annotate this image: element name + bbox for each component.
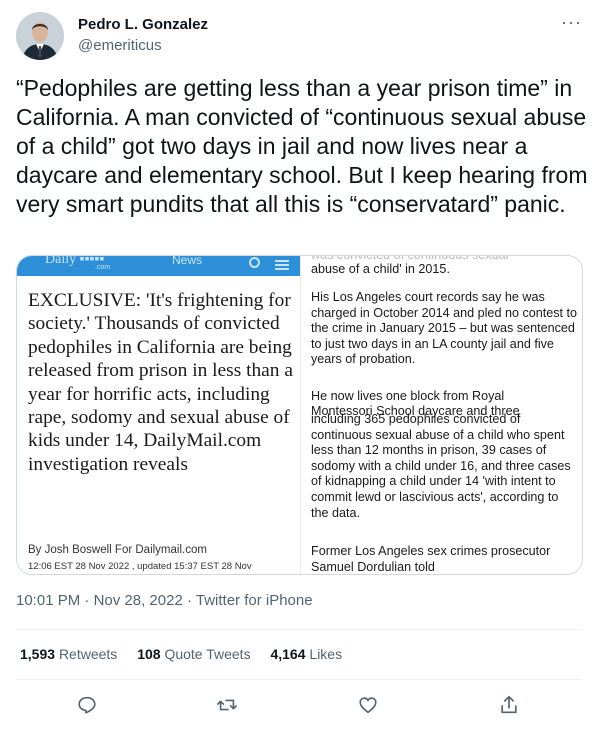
like-button[interactable]	[351, 690, 385, 720]
likes-count: 4,164	[270, 646, 306, 662]
quote-tweets-count: 108	[137, 646, 161, 662]
tweet-actions	[16, 690, 582, 720]
meta-separator: ·	[80, 592, 94, 609]
retweet-icon	[217, 699, 237, 711]
article-paragraph-3: including 365 pedophiles convicted of co…	[311, 412, 571, 520]
reply-icon	[78, 696, 96, 714]
quote-tweets-stat[interactable]: 108 Quote Tweets	[137, 646, 250, 662]
retweets-stat[interactable]: 1,593 Retweets	[20, 646, 117, 662]
author-name[interactable]: Pedro L. Gonzalez	[78, 16, 208, 33]
tweet-meta: 10:01 PM · Nov 28, 2022 · Twitter for iP…	[16, 592, 313, 609]
like-icon	[359, 697, 377, 714]
tweet-media-image[interactable]: Daily ▪▪▪▪▪ .com News EXCLUSIVE: 'It's f…	[16, 255, 583, 575]
article-paragraph-1: His Los Angeles court records say he was…	[311, 290, 578, 367]
tweet-stats: 1,593 Retweets 108 Quote Tweets 4,164 Li…	[20, 646, 358, 662]
tweet-date[interactable]: Nov 28, 2022	[94, 592, 183, 609]
share-button[interactable]	[492, 690, 526, 720]
tweet-header: Pedro L. Gonzalez @emeriticus ···	[16, 12, 582, 60]
likes-stat[interactable]: 4,164 Likes	[270, 646, 342, 662]
tweet-source[interactable]: Twitter for iPhone	[196, 592, 313, 609]
article-byline: By Josh Boswell For Dailymail.com	[28, 544, 207, 556]
article-fragment-top: abuse of a child' in 2015.	[311, 262, 450, 276]
quote-tweets-label: Quote Tweets	[164, 646, 251, 662]
search-icon	[249, 257, 260, 268]
share-icon	[501, 695, 517, 714]
tweet-text: “Pedophiles are getting less than a year…	[16, 75, 588, 217]
dailymail-news-label: News	[172, 255, 203, 267]
article-body-panel: was convicted of continuous sexual abuse…	[300, 256, 582, 574]
article-headline: EXCLUSIVE: 'It's frightening for society…	[28, 290, 293, 475]
avatar[interactable]	[16, 12, 64, 60]
article-paragraph-4: Former Los Angeles sex crimes prosecutor…	[311, 544, 551, 574]
article-dateline: 12:06 EST 28 Nov 2022 , updated 15:37 ES…	[28, 561, 252, 572]
dailymail-header-bar: Daily ▪▪▪▪▪ .com News	[17, 256, 300, 276]
meta-separator: ·	[182, 592, 196, 609]
divider	[16, 679, 582, 680]
author-handle[interactable]: @emeriticus	[78, 37, 162, 54]
retweet-button[interactable]	[210, 690, 244, 720]
article-headline-panel: Daily ▪▪▪▪▪ .com News EXCLUSIVE: 'It's f…	[17, 256, 300, 574]
more-options-icon[interactable]: ···	[561, 12, 582, 33]
likes-label: Likes	[309, 646, 343, 662]
avatar-portrait-icon	[16, 12, 64, 60]
divider	[16, 629, 582, 630]
retweets-count: 1,593	[20, 646, 56, 662]
dailymail-domain: .com	[95, 264, 111, 271]
tweet-time[interactable]: 10:01 PM	[16, 592, 80, 609]
menu-icon	[275, 260, 289, 262]
retweets-label: Retweets	[58, 646, 118, 662]
reply-button[interactable]	[70, 690, 104, 720]
article-paragraph-2: He now lives one block from Royal	[311, 389, 505, 403]
